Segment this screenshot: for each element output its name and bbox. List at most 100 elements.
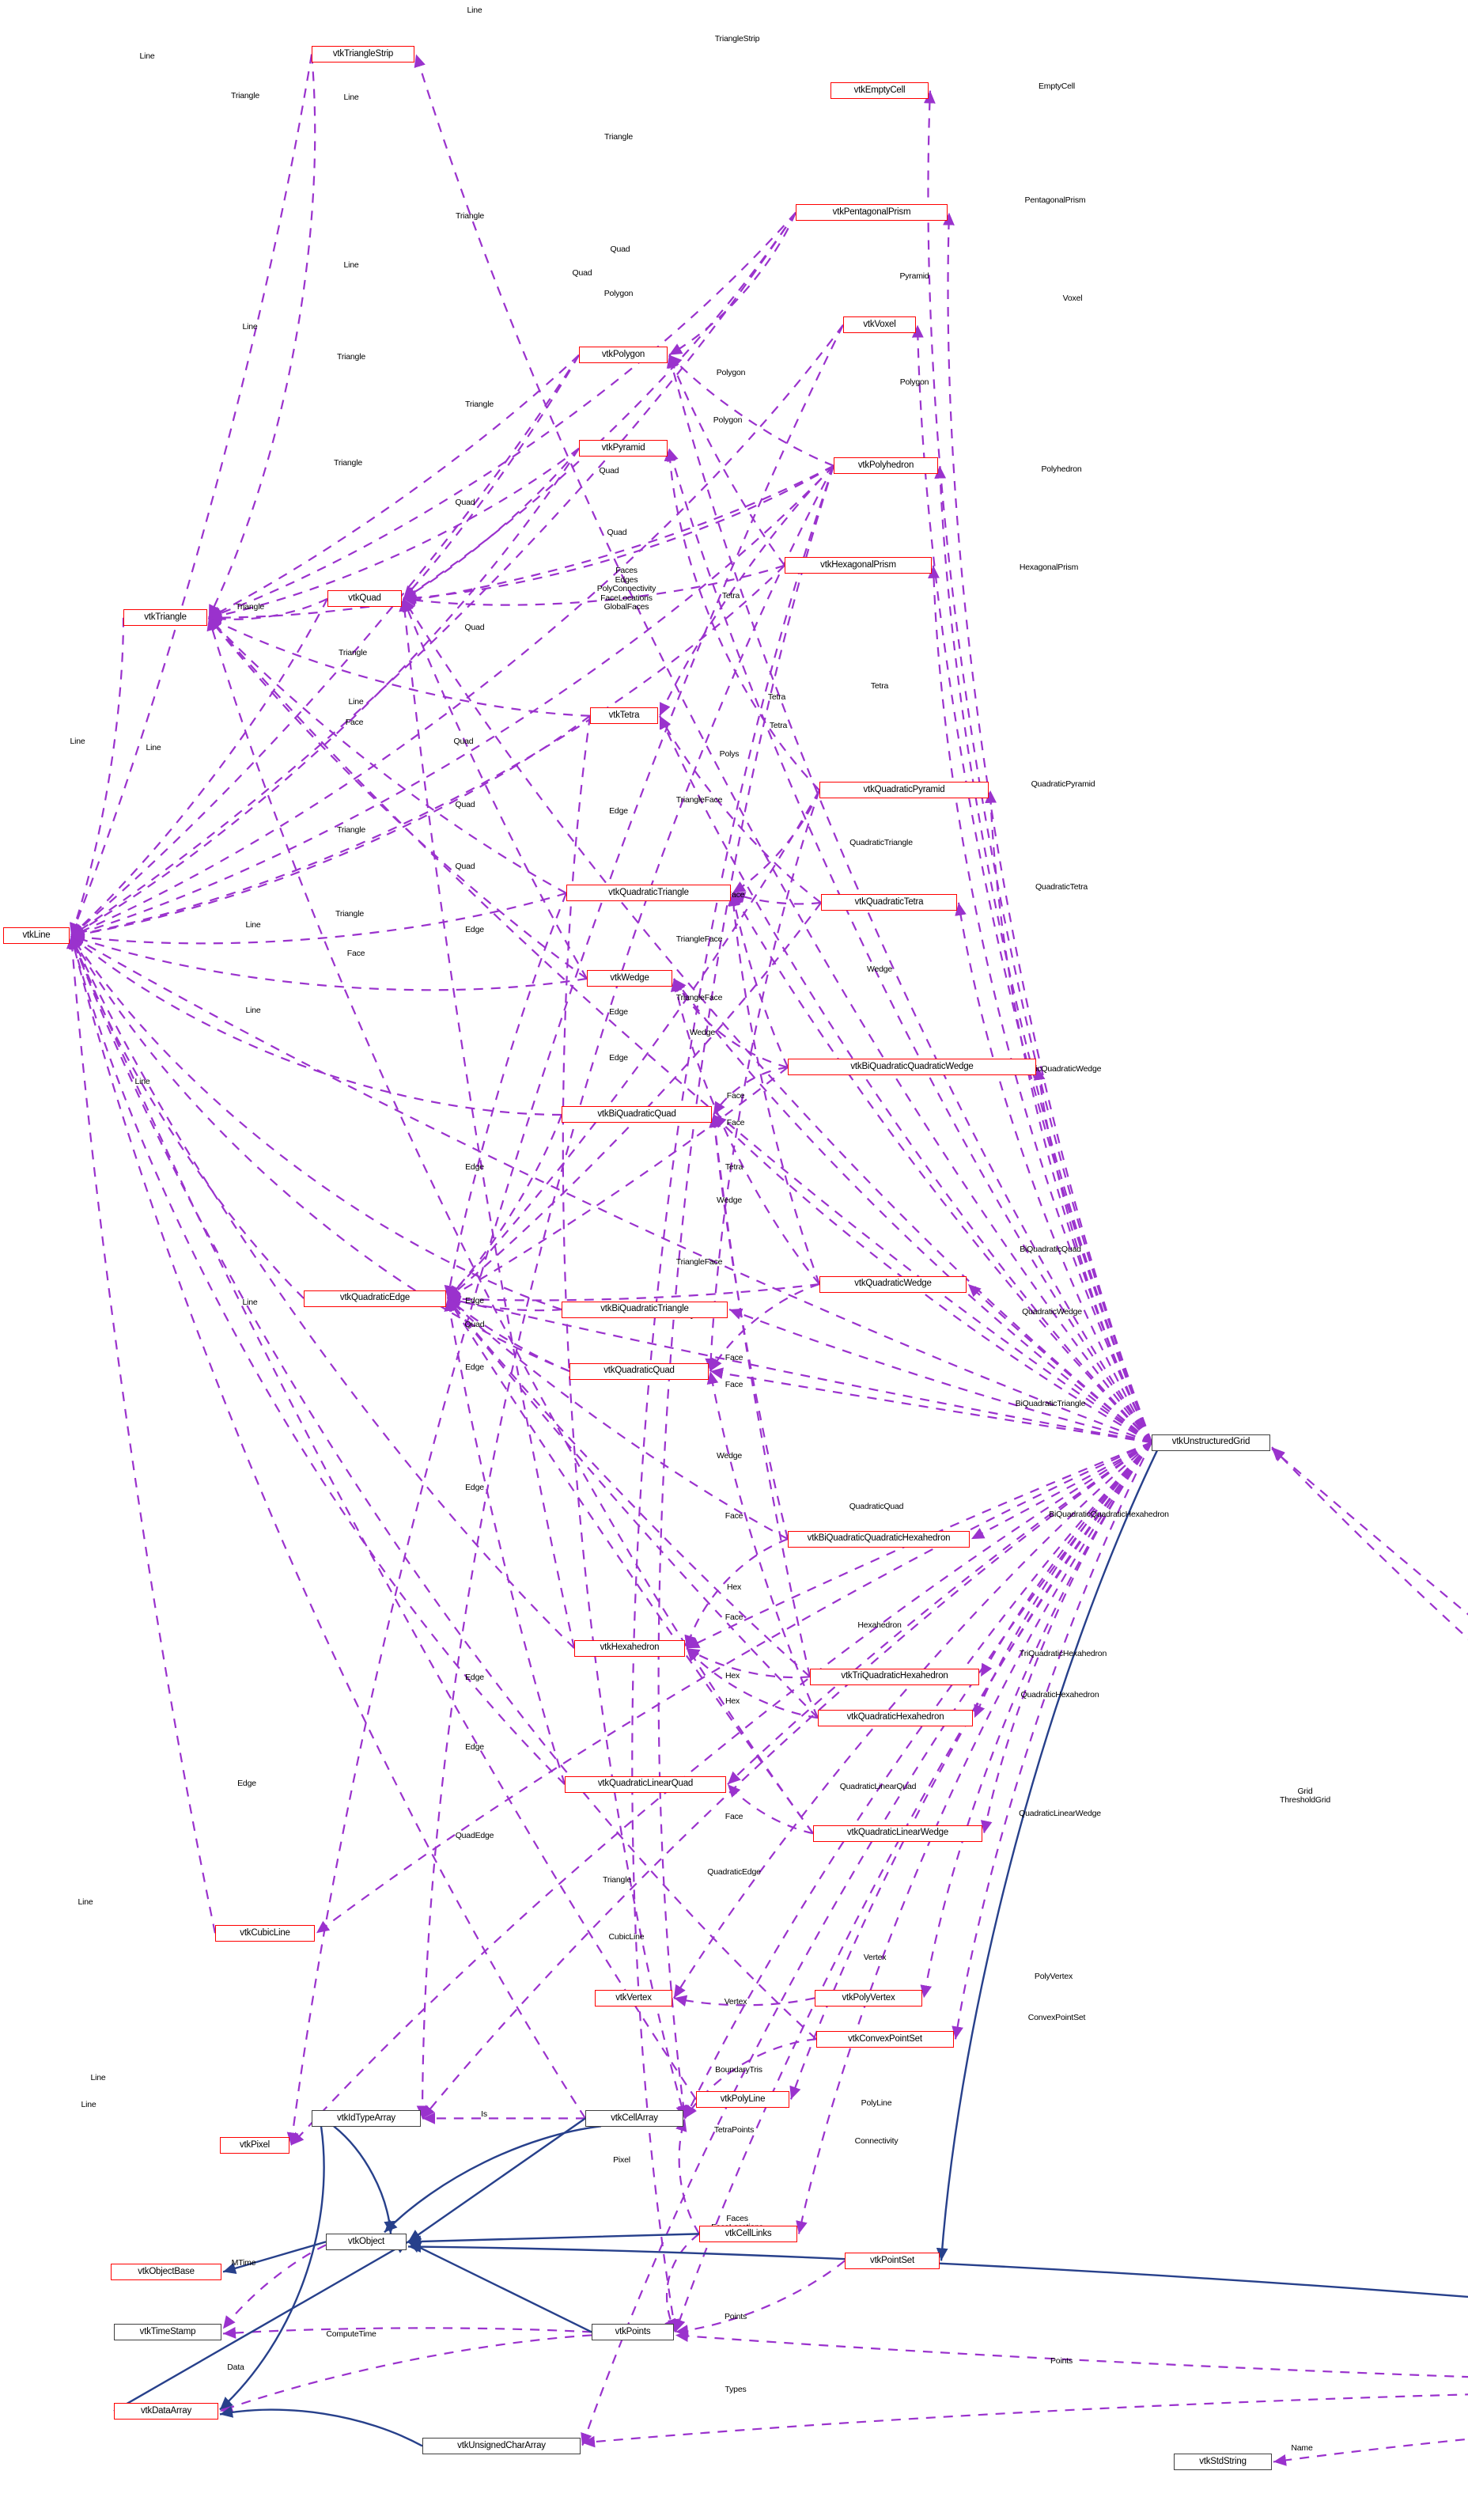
- inheritance-edges: [113, 1448, 1468, 2447]
- edge-label: Triangle: [337, 825, 365, 836]
- class-node-hexagonalprism[interactable]: vtkHexagonalPrism: [785, 557, 932, 574]
- edge-label: QuadraticEdge: [707, 1866, 761, 1877]
- edge-label: Triangle: [236, 602, 264, 612]
- class-node-pointset[interactable]: vtkPointSet: [845, 2252, 940, 2269]
- class-node-triquadratichex[interactable]: vtkTriQuadraticHexahedron: [810, 1668, 979, 1685]
- graph-edge: [70, 935, 817, 2041]
- edge-label: Line: [245, 920, 261, 930]
- class-node-quad[interactable]: vtkQuad: [327, 590, 402, 608]
- graph-edge: [670, 978, 820, 1285]
- class-node-object[interactable]: vtkObject: [326, 2233, 407, 2250]
- edge-label: Quad: [453, 737, 474, 747]
- graph-edge: [70, 617, 125, 937]
- edge-label: Tetra: [767, 692, 786, 703]
- class-node-unsignedchar[interactable]: vtkUnsignedCharArray: [422, 2437, 581, 2454]
- edge-label: Points: [1050, 2355, 1073, 2366]
- class-node-timestamp[interactable]: vtkTimeStamp: [114, 2323, 221, 2340]
- edge-label: Points: [725, 2311, 747, 2321]
- class-node-hexahedron[interactable]: vtkHexahedron: [574, 1639, 685, 1657]
- class-node-celllinks[interactable]: vtkCellLinks: [699, 2225, 797, 2242]
- class-node-polygon[interactable]: vtkPolygon: [579, 347, 668, 364]
- edge-label: Edge: [465, 1162, 484, 1173]
- class-node-points[interactable]: vtkPoints: [592, 2323, 674, 2340]
- class-node-polyline[interactable]: vtkPolyLine: [696, 2090, 789, 2108]
- class-node-quadraticpyr[interactable]: vtkQuadraticPyramid: [819, 782, 989, 799]
- class-node-quadratichex[interactable]: vtkQuadraticHexahedron: [818, 1709, 973, 1726]
- graph-edge: [581, 2393, 1468, 2448]
- graph-edge: [709, 1114, 789, 1540]
- edge-label: BiQuadraticQuad: [1020, 1245, 1081, 1255]
- edge-label: QuadraticHexahedron: [1020, 1689, 1099, 1700]
- class-node-dataarray[interactable]: vtkDataArray: [114, 2402, 218, 2420]
- class-node-objectbase[interactable]: vtkObjectBase: [111, 2263, 221, 2280]
- edge-label: Tetra: [769, 721, 788, 731]
- class-node-pyramid[interactable]: vtkPyramid: [579, 440, 668, 457]
- edge-label: Line: [343, 93, 359, 103]
- class-node-quadlinquad[interactable]: vtkQuadraticLinearQuad: [565, 1775, 726, 1793]
- class-node-biquadquadhex[interactable]: vtkBiQuadraticQuadraticHexahedron: [788, 1530, 970, 1548]
- edge-label: ConvexPointSet: [1027, 2012, 1086, 2022]
- class-node-quadratictetra[interactable]: vtkQuadraticTetra: [821, 894, 957, 911]
- class-node-polyhedron[interactable]: vtkPolyhedron: [834, 457, 938, 475]
- edge-label: Triangle: [456, 211, 484, 222]
- class-node-line[interactable]: vtkLine: [3, 927, 70, 945]
- edge-label: Polygon: [899, 377, 929, 388]
- class-node-vertex[interactable]: vtkVertex: [595, 1989, 672, 2007]
- graph-edge: [70, 598, 328, 937]
- class-node-tetra[interactable]: vtkTetra: [590, 707, 658, 725]
- edge-label: Edge: [465, 1741, 484, 1752]
- graph-edge: [70, 354, 580, 937]
- class-node-cellarray[interactable]: vtkCellArray: [585, 2109, 683, 2127]
- edge-label: Hex: [726, 1582, 742, 1592]
- class-node-wedge[interactable]: vtkWedge: [587, 970, 672, 987]
- class-node-unstructured[interactable]: vtkUnstructuredGrid: [1152, 1434, 1270, 1451]
- edge-label: TriQuadraticHexahedron: [1019, 1648, 1107, 1658]
- class-node-biquadquadwedge[interactable]: vtkBiQuadraticQuadraticWedge: [788, 1059, 1036, 1076]
- class-node-pixel[interactable]: vtkPixel: [220, 2136, 289, 2154]
- class-node-emptycell[interactable]: vtkEmptyCell: [830, 82, 929, 100]
- class-node-polyvertex[interactable]: vtkPolyVertex: [815, 1989, 922, 2007]
- edge-label: Tetra: [725, 1162, 743, 1173]
- graph-edge: [208, 616, 591, 717]
- graph-edge: [1271, 1446, 1468, 1640]
- edge-label: Data: [227, 2362, 244, 2372]
- class-node-quadlinwedge[interactable]: vtkQuadraticLinearWedge: [813, 1825, 982, 1842]
- edge-label: CubicLine: [608, 1931, 645, 1942]
- class-node-voxel[interactable]: vtkVoxel: [843, 316, 916, 334]
- class-node-convexpointset[interactable]: vtkConvexPointSet: [816, 2030, 954, 2048]
- edge-label: TriangleStrip: [714, 34, 760, 44]
- edge-label: Vertex: [863, 1952, 887, 1962]
- class-node-cubicline[interactable]: vtkCubicLine: [215, 1924, 315, 1942]
- graph-edge: [727, 1783, 814, 1835]
- edge-label: Quad: [572, 268, 592, 279]
- class-node-quadraticedge[interactable]: vtkQuadraticEdge: [304, 1290, 446, 1307]
- edge-label: Line: [348, 697, 364, 707]
- class-node-idtypearray[interactable]: vtkIdTypeArray: [312, 2109, 421, 2127]
- edge-label: Edge: [465, 1672, 484, 1682]
- class-node-triangle[interactable]: vtkTriangle: [123, 609, 207, 627]
- class-node-trianglestrip[interactable]: vtkTriangleStrip: [312, 46, 414, 63]
- class-node-stdstring[interactable]: vtkStdString: [1174, 2453, 1272, 2470]
- class-node-quadraticwedge[interactable]: vtkQuadraticWedge: [819, 1275, 967, 1293]
- edge-label: Wedge: [866, 964, 893, 975]
- edge-label: Triangle: [334, 458, 362, 468]
- edge-label: Hex: [725, 1670, 740, 1681]
- class-node-quadraticquad[interactable]: vtkQuadraticQuad: [569, 1362, 709, 1380]
- graph-edge: [732, 892, 1152, 1443]
- graph-edge: [980, 1442, 1152, 1834]
- edge-label: Line: [81, 2099, 96, 2109]
- edge-label: Triangle: [339, 648, 367, 658]
- class-node-biquadquad[interactable]: vtkBiQuadraticQuad: [562, 1106, 712, 1124]
- graph-edge: [631, 465, 835, 2332]
- edge-label: Quad: [464, 623, 485, 633]
- edge-label: Face: [346, 949, 365, 959]
- edge-label: Line: [343, 260, 359, 271]
- class-node-pentagonalprism[interactable]: vtkPentagonalPrism: [796, 204, 948, 222]
- class-node-quadratictri[interactable]: vtkQuadraticTriangle: [566, 885, 731, 902]
- graph-edge: [673, 978, 789, 1068]
- edge-label: Line: [90, 2072, 106, 2082]
- graph-edge: [667, 448, 1152, 1443]
- class-node-biquadtriangle[interactable]: vtkBiQuadraticTriangle: [562, 1301, 728, 1318]
- edge-label: Face: [725, 1379, 743, 1389]
- edge-label: Triangle: [604, 132, 633, 142]
